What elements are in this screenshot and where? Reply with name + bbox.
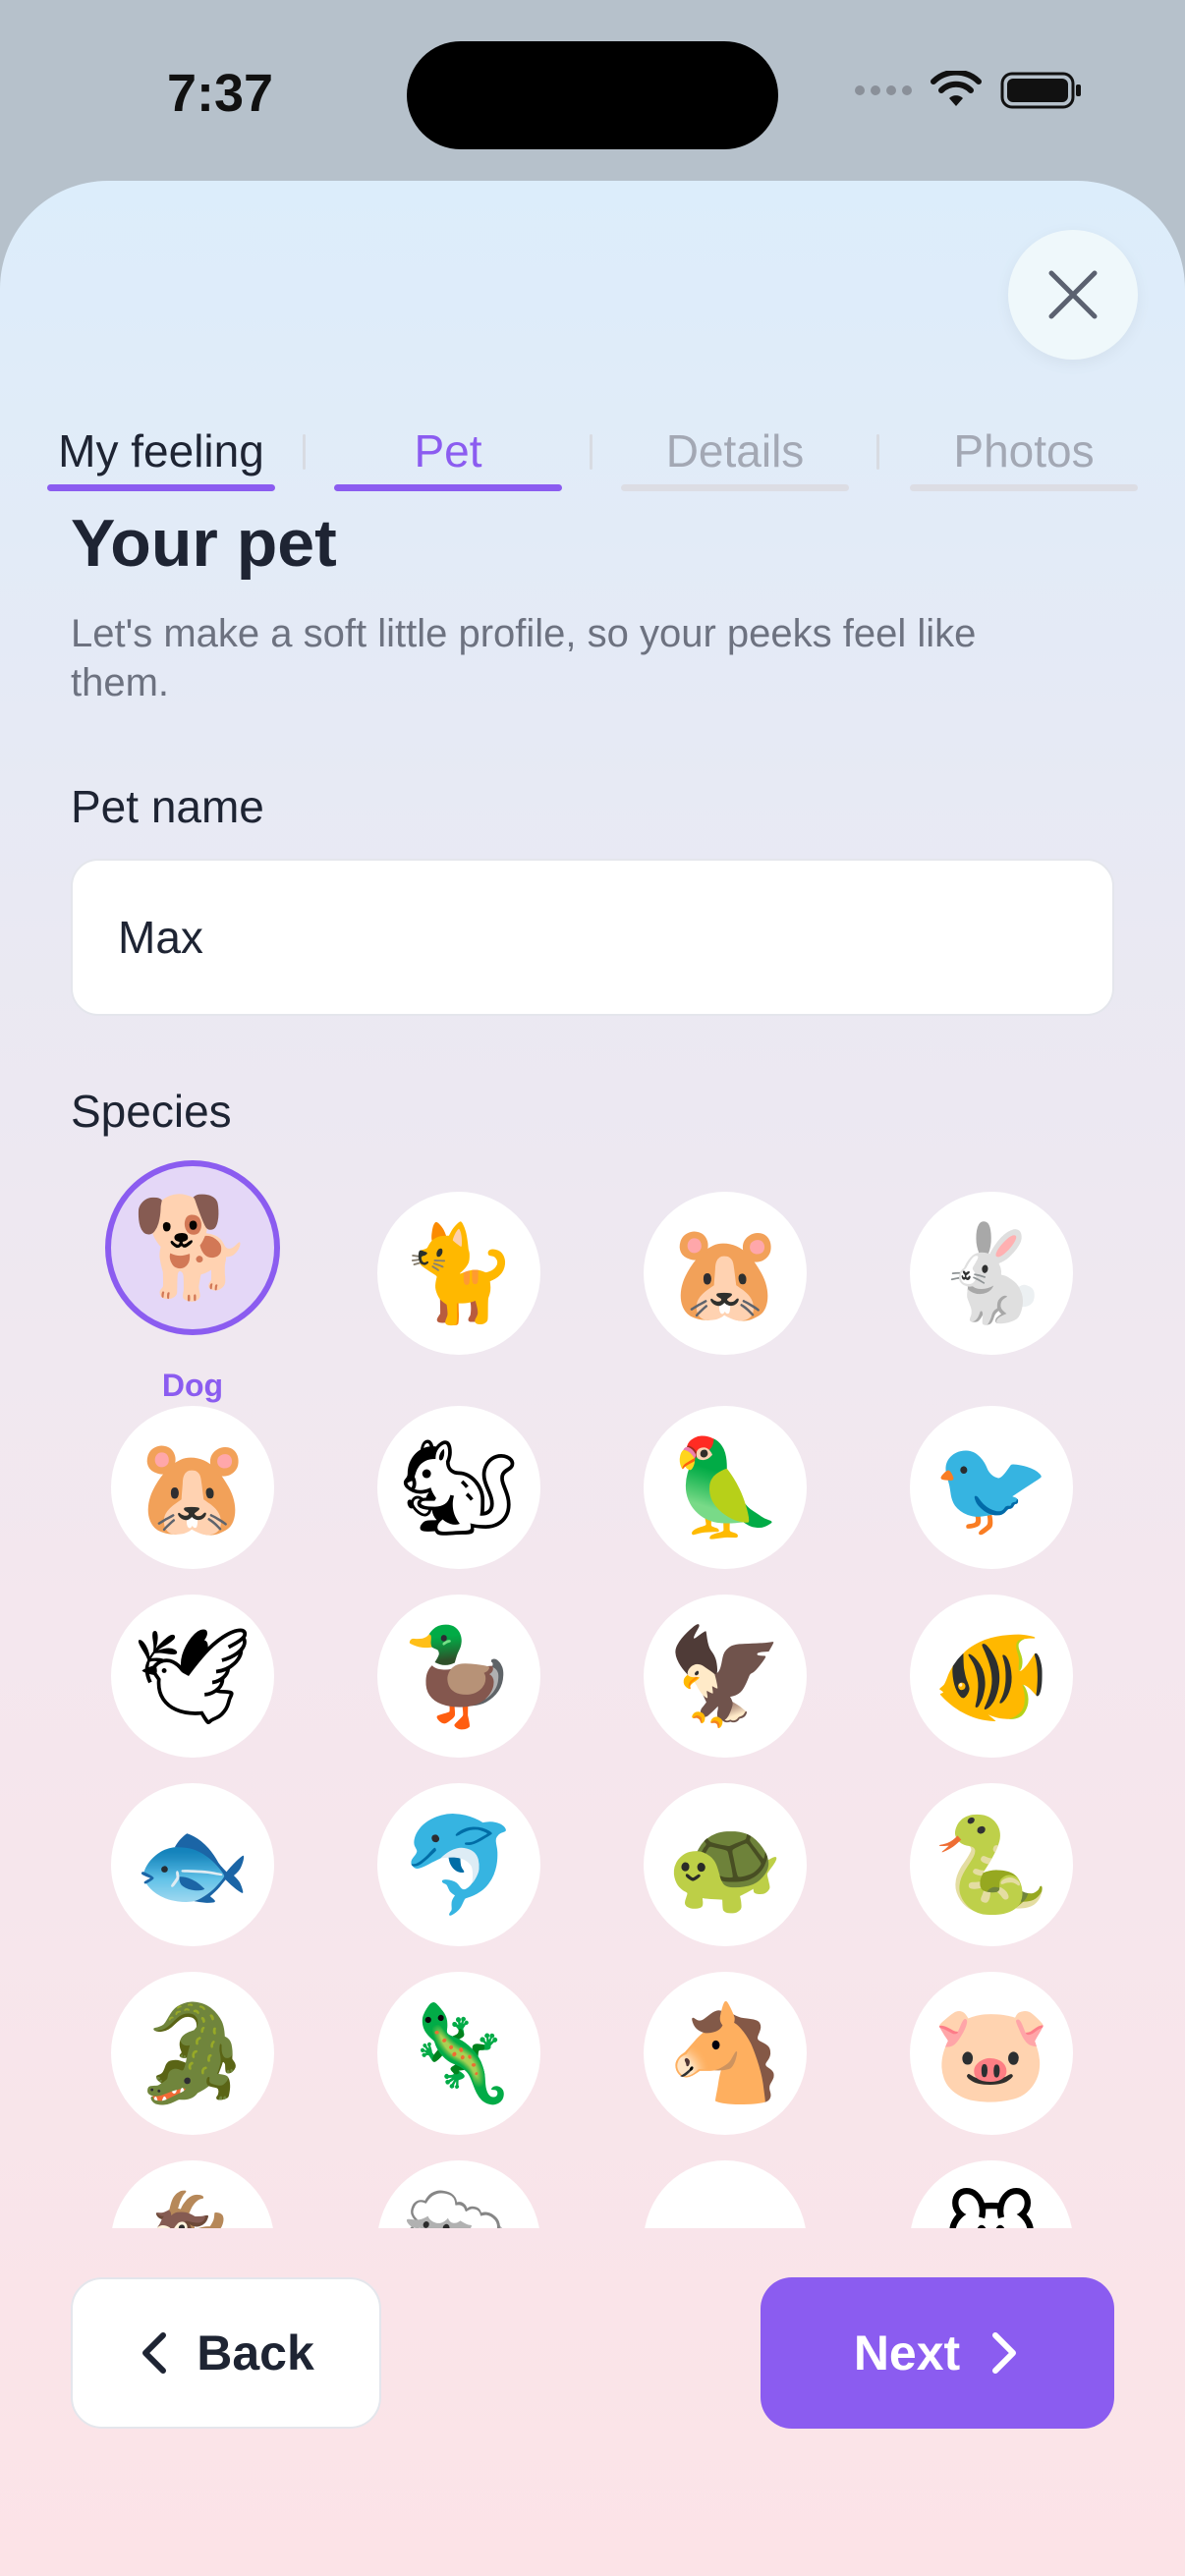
species-option[interactable]: 🐠 bbox=[910, 1595, 1073, 1758]
pet-name-input[interactable] bbox=[71, 859, 1114, 1016]
status-icons bbox=[855, 71, 1083, 110]
tab-divider bbox=[876, 434, 879, 470]
eagle-icon: 🦅 bbox=[666, 1621, 784, 1731]
guinea-pig-icon: 🐹 bbox=[134, 1432, 252, 1542]
duck-icon: 🦆 bbox=[400, 1621, 518, 1731]
species-option[interactable]: 🐕 bbox=[105, 1160, 280, 1335]
tab-progress-bar bbox=[334, 484, 562, 491]
species-option[interactable]: 🐿 bbox=[377, 1406, 540, 1569]
species-option[interactable]: 🦅 bbox=[644, 1595, 807, 1758]
tab-divider bbox=[590, 434, 592, 470]
pet-name-label: Pet name bbox=[71, 781, 264, 832]
step-tabs: My feeling Pet Details Photos bbox=[47, 413, 1138, 491]
species-option[interactable]: 🦆 bbox=[377, 1595, 540, 1758]
next-button-label: Next bbox=[853, 2325, 961, 2380]
hamster-icon: 🐹 bbox=[666, 1218, 784, 1328]
species-option[interactable]: 🐑 bbox=[377, 2160, 540, 2228]
status-time: 7:37 bbox=[167, 64, 274, 123]
goat-icon: 🐐 bbox=[134, 2195, 252, 2228]
parrot-icon: 🦜 bbox=[666, 1432, 784, 1542]
mouse-icon: 🐭 bbox=[942, 2195, 1041, 2228]
squirrel-icon: 🐿 bbox=[399, 1432, 519, 1542]
chevron-right-icon bbox=[992, 2332, 1017, 2374]
pigeon-icon: 🕊 bbox=[133, 1621, 253, 1731]
tab-progress-bar bbox=[910, 484, 1138, 491]
tab-pet[interactable]: Pet bbox=[334, 413, 562, 491]
tab-photos[interactable]: Photos bbox=[910, 413, 1138, 491]
species-option[interactable]: 🐹 bbox=[111, 1406, 274, 1569]
tab-label: Photos bbox=[953, 425, 1095, 476]
next-button[interactable]: Next bbox=[761, 2277, 1114, 2429]
status-bar: 7:37 bbox=[0, 0, 1185, 187]
snake-icon: 🐍 bbox=[932, 1810, 1050, 1920]
species-option[interactable]: 🦜 bbox=[644, 1406, 807, 1569]
species-option[interactable]: 🐦 bbox=[910, 1406, 1073, 1569]
wifi-icon bbox=[931, 71, 982, 106]
species-option[interactable]: 🐹 bbox=[644, 1192, 807, 1355]
tab-divider bbox=[303, 434, 306, 470]
betta-fish-icon: 🐟 bbox=[134, 1810, 252, 1920]
dynamic-island bbox=[407, 41, 778, 149]
page-subtitle: Let's make a soft little profile, so you… bbox=[71, 612, 977, 704]
tab-my-feeling[interactable]: My feeling bbox=[47, 413, 275, 491]
selected-species-label: Dog bbox=[161, 1368, 224, 1403]
species-grid: Dog 🐕 🐈 🐹 🐇 🐹 🐿 🦜 🐦 🕊 🦆 🦅 🐠 🐟 🐬 🐢 🐍 🐊 🦎 🐴 🐷 🐐 🐑 🦡 🐭 bbox=[0, 1153, 1185, 2228]
species-option[interactable]: 🐇 bbox=[910, 1192, 1073, 1355]
species-option[interactable]: 🐍 bbox=[910, 1783, 1073, 1946]
lizard-icon: 🦎 bbox=[400, 1998, 518, 2108]
species-option[interactable]: 🐬 bbox=[377, 1783, 540, 1946]
species-option[interactable]: 🐴 bbox=[644, 1972, 807, 2135]
crocodile-icon: 🐊 bbox=[134, 1998, 252, 2108]
species-option[interactable]: 🐈 bbox=[377, 1192, 540, 1355]
back-button[interactable]: Back bbox=[71, 2277, 381, 2429]
species-option[interactable]: 🐐 bbox=[111, 2160, 274, 2228]
species-option[interactable]: 🐟 bbox=[111, 1783, 274, 1946]
horse-icon: 🐴 bbox=[666, 1998, 784, 2108]
pet-profile-sheet: My feeling Pet Details Photos Your pet L… bbox=[0, 181, 1185, 2576]
dog-icon: 🐕 bbox=[131, 1190, 254, 1305]
cellular-signal-icon bbox=[855, 85, 912, 95]
species-option[interactable]: 🕊 bbox=[111, 1595, 274, 1758]
cat-icon: 🐈 bbox=[400, 1218, 518, 1328]
species-option[interactable]: 🦡 bbox=[644, 2160, 807, 2228]
back-button-label: Back bbox=[197, 2325, 314, 2380]
species-option[interactable]: 🐢 bbox=[644, 1783, 807, 1946]
tab-label: Details bbox=[665, 425, 805, 476]
tab-details[interactable]: Details bbox=[621, 413, 849, 491]
rabbit-icon: 🐇 bbox=[932, 1218, 1050, 1328]
chevron-left-icon bbox=[142, 2332, 167, 2374]
species-label: Species bbox=[71, 1086, 232, 1137]
tab-label: Pet bbox=[414, 425, 482, 476]
species-option[interactable]: 🐷 bbox=[910, 1972, 1073, 2135]
ferret-icon: 🦡 bbox=[666, 2195, 784, 2228]
turtle-icon: 🐢 bbox=[666, 1810, 784, 1920]
battery-icon bbox=[1000, 72, 1081, 109]
tab-progress-bar bbox=[621, 484, 849, 491]
dolphin-icon: 🐬 bbox=[400, 1810, 518, 1920]
close-button[interactable] bbox=[1008, 230, 1138, 360]
page-title: Your pet bbox=[71, 506, 337, 581]
pig-icon: 🐷 bbox=[932, 1998, 1050, 2108]
lovebird-icon: 🐦 bbox=[932, 1432, 1050, 1542]
species-option[interactable]: 🐊 bbox=[111, 1972, 274, 2135]
sheep-icon: 🐑 bbox=[400, 2195, 518, 2228]
goldfish-icon: 🐠 bbox=[932, 1621, 1050, 1731]
species-option[interactable]: 🦎 bbox=[377, 1972, 540, 2135]
tab-label: My feeling bbox=[58, 425, 264, 476]
species-option[interactable]: 🐭 bbox=[910, 2160, 1073, 2228]
tab-progress-bar bbox=[47, 484, 275, 491]
close-icon bbox=[1048, 270, 1098, 319]
